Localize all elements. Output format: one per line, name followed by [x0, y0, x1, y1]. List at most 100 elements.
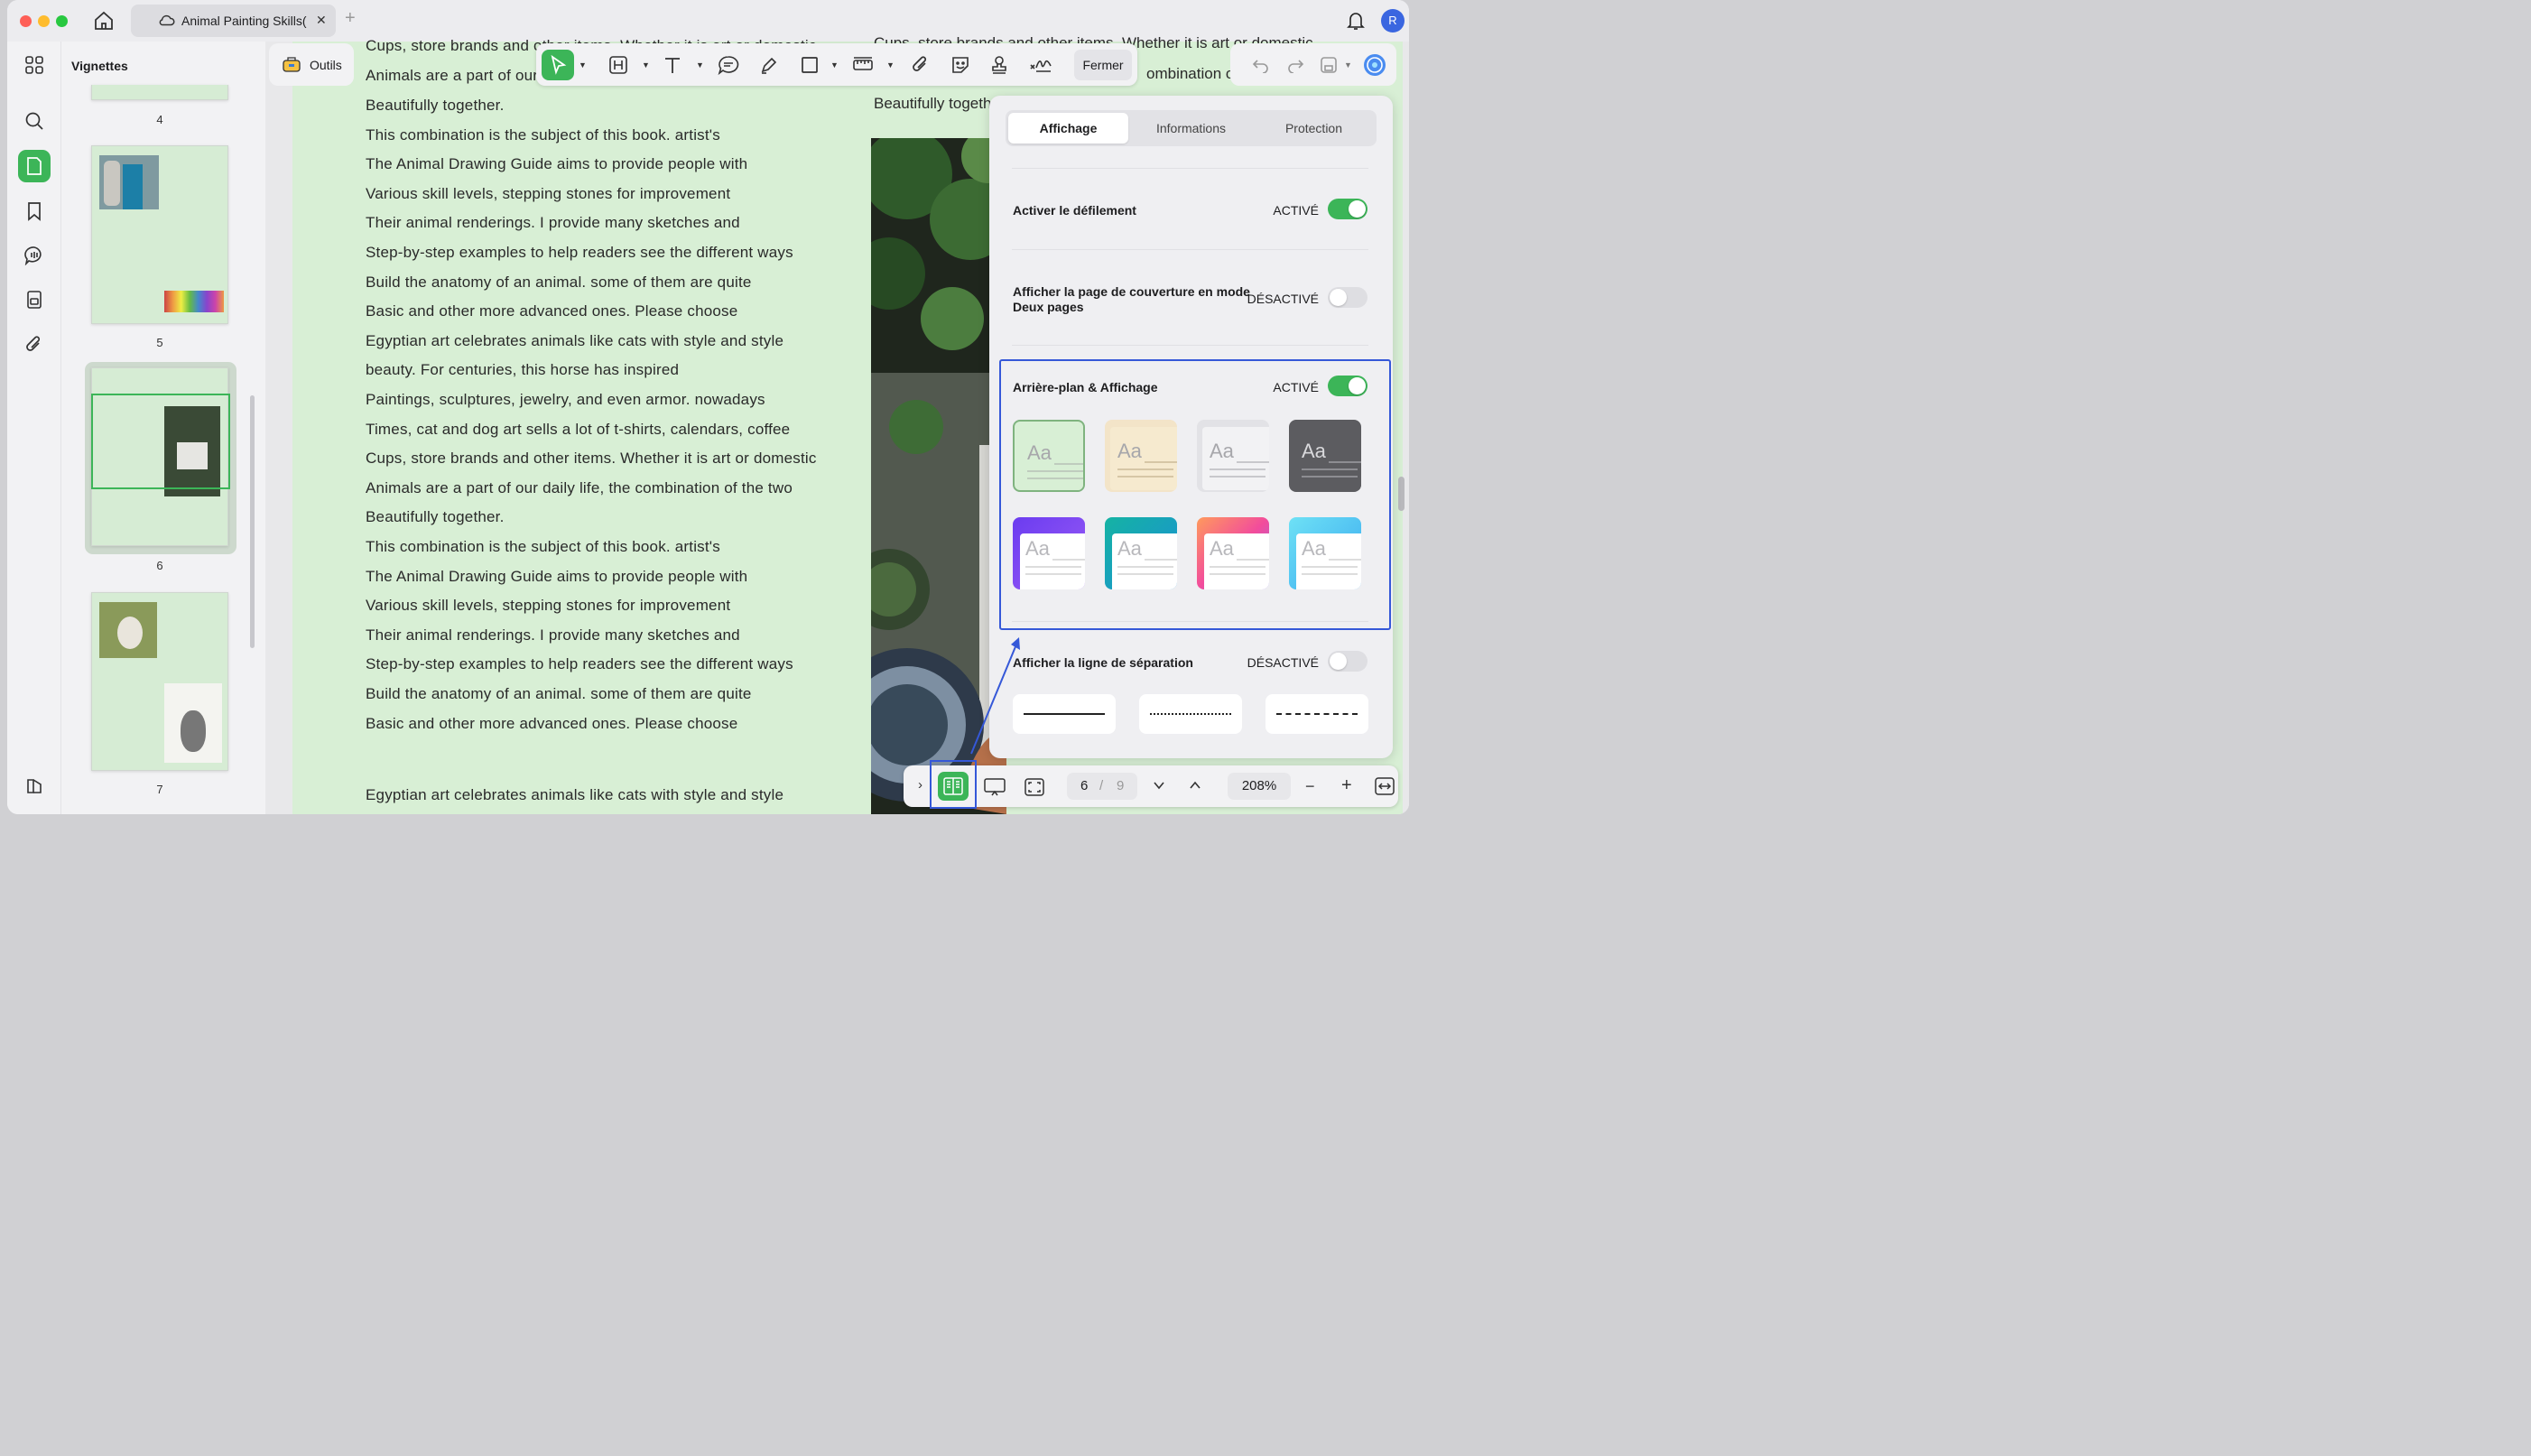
- close-tab-icon[interactable]: ✕: [316, 13, 327, 28]
- text-line: Animals are a part of our daily life, th…: [366, 478, 793, 496]
- text-icon[interactable]: [659, 51, 686, 79]
- background-toggle[interactable]: [1328, 376, 1367, 396]
- background-theme-option[interactable]: Aa: [1013, 420, 1085, 492]
- cover-setting-state: DÉSACTIVÉ: [1247, 292, 1319, 306]
- fit-screen-icon[interactable]: [1024, 776, 1045, 798]
- tab-affichage[interactable]: Affichage: [1008, 113, 1128, 144]
- chevron-down-icon[interactable]: ▼: [1344, 60, 1352, 70]
- thumbnail-page-5[interactable]: [91, 145, 228, 324]
- new-tab-icon[interactable]: +: [345, 8, 356, 29]
- chevron-down-icon[interactable]: ▼: [642, 60, 650, 70]
- zoom-out-icon[interactable]: −: [1305, 777, 1315, 796]
- comment-icon[interactable]: [18, 239, 51, 272]
- text-line: Paintings, sculptures, jewelry, and even…: [366, 391, 765, 408]
- cover-toggle[interactable]: [1328, 287, 1367, 308]
- background-theme-option[interactable]: Aa: [1289, 420, 1361, 492]
- separator-style-dashdot[interactable]: [1266, 694, 1368, 734]
- signature-icon[interactable]: [1027, 51, 1054, 79]
- chevron-down-icon[interactable]: ▼: [830, 60, 839, 70]
- text-line: Beautifully together.: [366, 97, 505, 114]
- document-tab[interactable]: Animal Painting Skills( ✕: [131, 5, 336, 37]
- background-theme-option[interactable]: Aa: [1289, 517, 1361, 589]
- text-line: Beautifully together.: [366, 508, 505, 526]
- text-line: This combination is the subject of this …: [366, 538, 720, 555]
- text-box-icon[interactable]: [605, 51, 632, 79]
- scroll-setting-label: Activer le défilement: [1013, 203, 1136, 218]
- stamp-icon[interactable]: [986, 51, 1013, 79]
- avatar[interactable]: R: [1381, 9, 1405, 32]
- ai-assistant-icon[interactable]: [1361, 51, 1388, 79]
- chevron-down-icon[interactable]: ▼: [579, 60, 587, 70]
- page-number: 4: [156, 113, 163, 126]
- presentation-icon[interactable]: [983, 776, 1006, 798]
- page-indicator[interactable]: 6 / 9: [1067, 773, 1137, 800]
- background-theme-option[interactable]: Aa: [1197, 420, 1269, 492]
- bookmark-icon[interactable]: [18, 195, 51, 227]
- reading-mode-button[interactable]: [938, 772, 969, 801]
- background-theme-option[interactable]: Aa: [1197, 517, 1269, 589]
- attach-icon[interactable]: [907, 51, 934, 79]
- cover-setting-label: Afficher la page de couverture en mode: [1013, 284, 1250, 299]
- chevron-down-icon[interactable]: ▼: [886, 60, 895, 70]
- separator-toggle[interactable]: [1328, 651, 1367, 672]
- minimize-window-button[interactable]: [38, 15, 50, 27]
- close-window-button[interactable]: [20, 15, 32, 27]
- scroll-toggle[interactable]: [1328, 199, 1367, 219]
- background-theme-option[interactable]: Aa: [1105, 517, 1177, 589]
- tab-informations[interactable]: Informations: [1131, 113, 1251, 144]
- chevron-down-icon[interactable]: ▼: [696, 60, 704, 70]
- pen-icon[interactable]: [756, 51, 783, 79]
- document-scrollbar[interactable]: [1398, 477, 1405, 511]
- separator-setting-label: Afficher la ligne de séparation: [1013, 655, 1193, 670]
- text-line: Step-by-step examples to help readers se…: [366, 244, 793, 261]
- chevron-up-icon[interactable]: [1188, 778, 1202, 793]
- page-number: 6: [156, 559, 163, 572]
- home-icon[interactable]: [93, 10, 115, 32]
- redo-icon[interactable]: [1283, 51, 1310, 79]
- zoom-in-icon[interactable]: +: [1341, 775, 1352, 796]
- zoom-window-button[interactable]: [56, 15, 68, 27]
- separator-style-dotted[interactable]: [1139, 694, 1242, 734]
- theme-preview-line: [1329, 461, 1361, 463]
- grid-icon[interactable]: [18, 49, 51, 81]
- save-icon[interactable]: [1315, 51, 1342, 79]
- theme-preview-line: [1117, 566, 1173, 568]
- background-theme-option[interactable]: Aa: [1013, 517, 1085, 589]
- undo-icon[interactable]: [1247, 51, 1274, 79]
- cloud-icon: [159, 14, 175, 26]
- theme-preview-line: [1145, 461, 1177, 463]
- bell-icon[interactable]: [1347, 11, 1365, 31]
- sticker-icon[interactable]: [947, 51, 974, 79]
- theme-preview-line: [1302, 573, 1358, 575]
- thumbnail-page-4[interactable]: [91, 85, 228, 100]
- close-tools-button[interactable]: Fermer: [1074, 50, 1132, 80]
- background-theme-option[interactable]: Aa: [1105, 420, 1177, 492]
- select-tool-button[interactable]: [542, 50, 574, 80]
- divider: [1012, 249, 1368, 250]
- page-number: 5: [156, 336, 163, 349]
- theme-preview-line: [1145, 559, 1177, 561]
- document-icon[interactable]: [18, 283, 51, 316]
- note-icon[interactable]: [715, 51, 742, 79]
- chevron-right-icon[interactable]: ›: [918, 777, 922, 793]
- rectangle-icon[interactable]: [796, 51, 823, 79]
- chevron-down-icon[interactable]: [1152, 778, 1166, 793]
- page-separator: /: [1099, 778, 1104, 793]
- thumbnail-page-7[interactable]: [91, 592, 228, 771]
- current-page-input[interactable]: 6: [1080, 778, 1088, 793]
- theme-preview-line: [1237, 559, 1269, 561]
- thumbnail-scrollbar[interactable]: [250, 395, 255, 648]
- measure-icon[interactable]: [849, 51, 876, 79]
- attachment-icon[interactable]: [18, 328, 51, 360]
- text-line: Egyptian art celebrates animals like cat…: [366, 331, 784, 349]
- search-icon[interactable]: [18, 105, 51, 137]
- zoom-level[interactable]: 208%: [1228, 773, 1291, 800]
- tools-button[interactable]: Outils: [269, 43, 354, 86]
- page-number: 7: [156, 783, 163, 796]
- fit-width-icon[interactable]: [1374, 776, 1395, 796]
- tab-protection[interactable]: Protection: [1254, 113, 1374, 144]
- separator-style-solid[interactable]: [1013, 694, 1116, 734]
- text-line: This combination is the subject of this …: [366, 125, 720, 144]
- sidebar-toggle-icon[interactable]: [18, 770, 51, 802]
- thumbnails-icon[interactable]: [18, 150, 51, 182]
